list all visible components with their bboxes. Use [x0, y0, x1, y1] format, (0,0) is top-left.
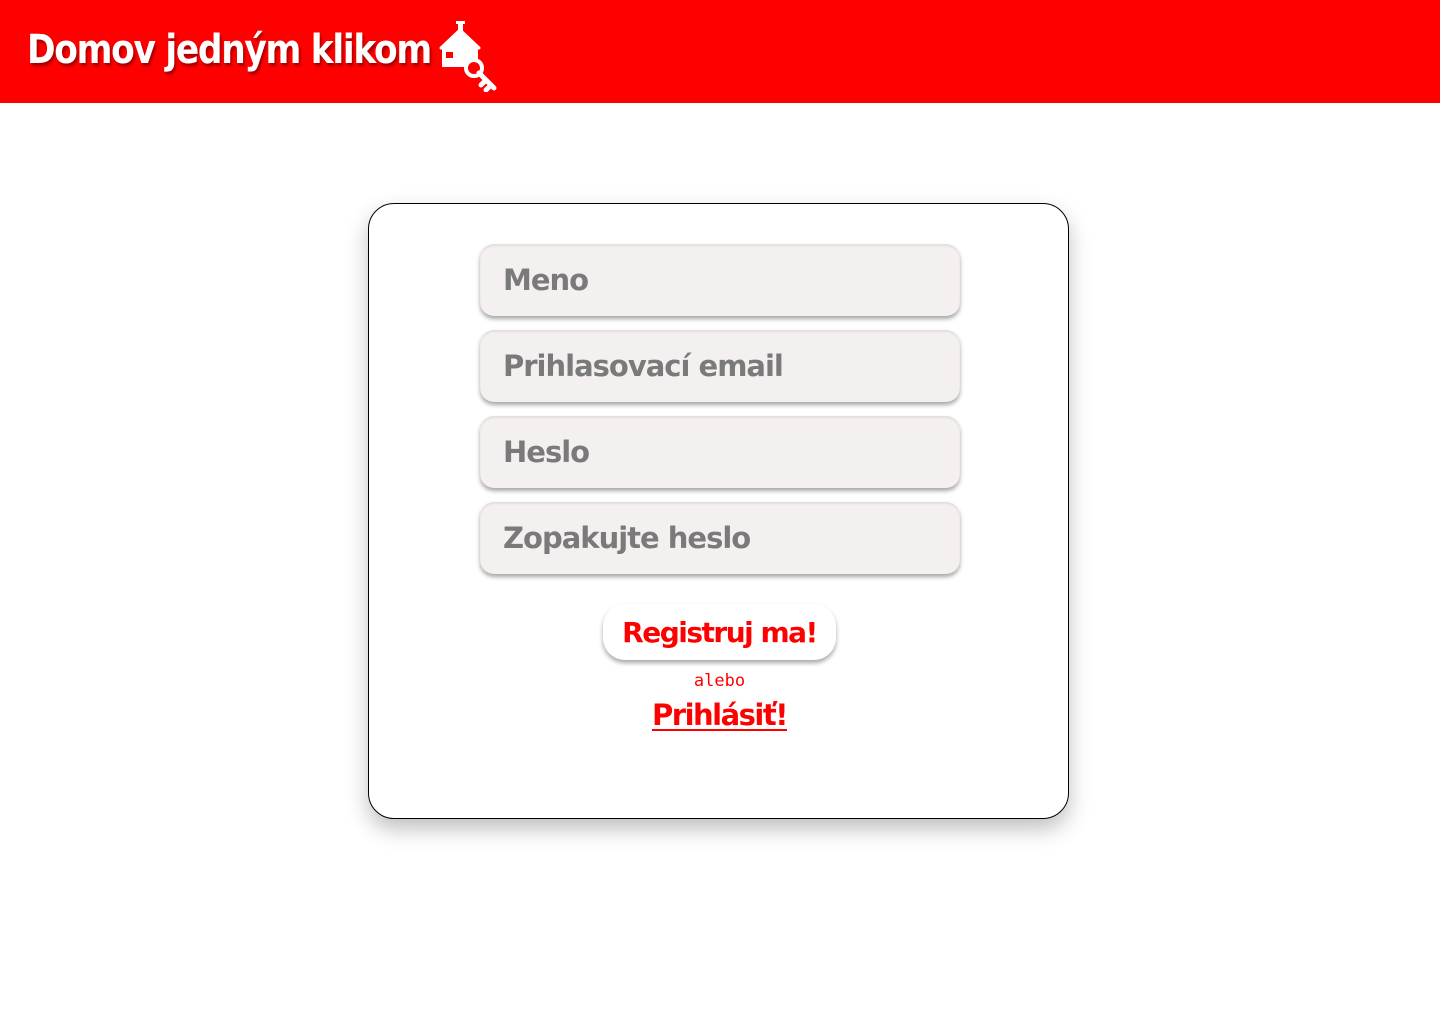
password-field[interactable] — [480, 416, 960, 488]
registration-card: Registruj ma! alebo Prihlásiť! — [368, 203, 1069, 819]
email-field[interactable] — [480, 330, 960, 402]
register-button[interactable]: Registruj ma! — [603, 604, 836, 660]
login-link-wrapper: Prihlásiť! — [369, 698, 1070, 732]
header-bar: Domov jedným klikom — [0, 0, 1440, 103]
or-separator: alebo — [693, 671, 746, 691]
name-field[interactable] — [480, 244, 960, 316]
repeat-password-field[interactable] — [480, 502, 960, 574]
login-link[interactable]: Prihlásiť! — [652, 698, 788, 732]
brand-title: Domov jedným klikom — [27, 27, 432, 73]
house-key-icon[interactable] — [436, 18, 506, 92]
